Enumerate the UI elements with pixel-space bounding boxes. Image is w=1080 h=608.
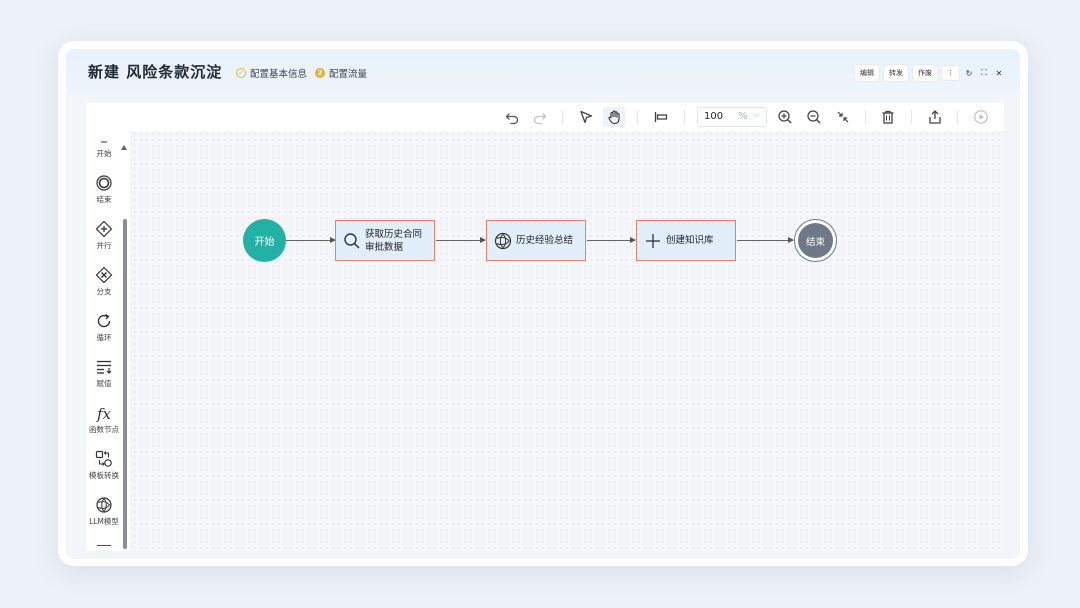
template-icon (86, 450, 122, 470)
undo-icon[interactable] (501, 107, 523, 127)
redo-icon[interactable] (529, 107, 551, 127)
export-icon[interactable] (924, 107, 946, 127)
delete-icon[interactable] (877, 107, 899, 127)
zoom-unit: % (738, 111, 748, 122)
task-node-experience-summary[interactable]: 历史经验总结 (486, 220, 586, 261)
toolbar-divider (637, 110, 638, 124)
maximize-icon[interactable]: ⛶ (979, 68, 989, 78)
toolbar-divider (684, 110, 685, 124)
loop-icon (86, 312, 122, 332)
task-node-create-knowledge-base[interactable]: 创建知识库 (636, 220, 736, 261)
task-label: 获取历史合同 审批数据 (365, 228, 423, 253)
zoom-out-icon[interactable] (803, 107, 825, 127)
hand-icon[interactable] (603, 107, 625, 127)
palette-scrollbar[interactable] (123, 219, 127, 549)
workflow-editor-window: 新建 风险条款沉淀 ✓ 配置基本信息 2 配置流量 编辑 转发 作废 ⋮ ↻ ⛶… (66, 49, 1020, 559)
palette-item-parallel[interactable]: 并行 (86, 220, 122, 251)
canvas-toolbar: 100 % ⌵ (86, 103, 1004, 132)
function-icon: fx (96, 405, 111, 423)
page-title: 新建 风险条款沉淀 (88, 63, 223, 81)
task-node-fetch-history[interactable]: 获取历史合同 审批数据 (335, 220, 435, 261)
step-basic-info[interactable]: ✓ 配置基本信息 (236, 66, 307, 80)
branch-icon (86, 266, 122, 286)
step-label: 配置基本信息 (250, 69, 308, 80)
edit-button[interactable]: 编辑 (855, 65, 879, 81)
select-icon[interactable] (575, 107, 597, 127)
step-configure-flow[interactable]: 2 配置流量 (315, 66, 367, 80)
align-icon[interactable] (650, 107, 672, 127)
zoom-select[interactable]: 100 % ⌵ (697, 107, 767, 127)
void-button[interactable]: 作废 (913, 65, 937, 81)
toolbar-divider (911, 110, 912, 124)
palette-item-partial (97, 545, 111, 550)
palette-item-llm[interactable]: LLM模型 (86, 496, 122, 527)
more-icon[interactable]: ⋮ (942, 66, 959, 80)
palette-item-assign[interactable]: 赋值 (86, 358, 122, 389)
toolbar-divider (957, 110, 958, 124)
palette-item-function[interactable]: fx 函数节点 (86, 404, 122, 435)
zoom-in-icon[interactable] (774, 107, 796, 127)
start-node[interactable]: 开始 (243, 219, 286, 262)
check-icon: ✓ (236, 68, 246, 78)
llm-icon (494, 232, 512, 249)
title-bar: 新建 风险条款沉淀 ✓ 配置基本信息 2 配置流量 编辑 转发 作废 ⋮ ↻ ⛶… (66, 49, 1020, 93)
toolbar-divider (865, 110, 866, 124)
flow-edge (436, 236, 486, 244)
app-card: 新建 风险条款沉淀 ✓ 配置基本信息 2 配置流量 编辑 转发 作废 ⋮ ↻ ⛶… (58, 41, 1028, 566)
step-label: 配置流量 (329, 69, 368, 80)
palette-item-loop[interactable]: 循环 (86, 312, 122, 343)
palette-item-template[interactable]: 模板转换 (86, 450, 122, 481)
fit-icon[interactable] (832, 107, 854, 127)
node-palette: 开始 结束 并行 分支 循环 赋值 fx 函数节点 模板转换 LLM模型 (86, 131, 130, 551)
refresh-icon[interactable]: ↻ (964, 69, 974, 78)
flow-edge (587, 236, 636, 244)
forward-button[interactable]: 转发 (884, 65, 908, 81)
step-number-icon: 2 (315, 68, 325, 78)
search-icon (344, 232, 360, 249)
parallel-icon (86, 220, 122, 240)
assign-icon (86, 358, 122, 378)
toolbar-divider (562, 110, 563, 124)
flow-canvas[interactable]: 开始 获取历史合同 审批数据 历史经验总结 创建知识库 结束 (132, 131, 1004, 551)
end-icon (86, 174, 122, 194)
run-icon[interactable] (970, 107, 992, 127)
close-icon[interactable]: ✕ (994, 69, 1004, 78)
task-label: 历史经验总结 (516, 235, 574, 246)
llm-icon (86, 496, 122, 516)
window-actions: 编辑 转发 作废 ⋮ ↻ ⛶ ✕ (855, 65, 1004, 81)
plus-icon (646, 233, 660, 248)
flow-edge (737, 236, 794, 244)
end-node[interactable]: 结束 (794, 219, 837, 262)
flow-edge (286, 236, 336, 244)
end-node-label: 结束 (798, 223, 833, 258)
palette-item-branch[interactable]: 分支 (86, 266, 122, 297)
task-label: 创建知识库 (666, 235, 714, 246)
palette-item-end[interactable]: 结束 (86, 174, 122, 205)
chevron-down-icon: ⌵ (753, 110, 760, 120)
start-icon (86, 134, 122, 148)
zoom-value: 100 (704, 111, 724, 122)
palette-item-start[interactable]: 开始 (86, 134, 122, 159)
